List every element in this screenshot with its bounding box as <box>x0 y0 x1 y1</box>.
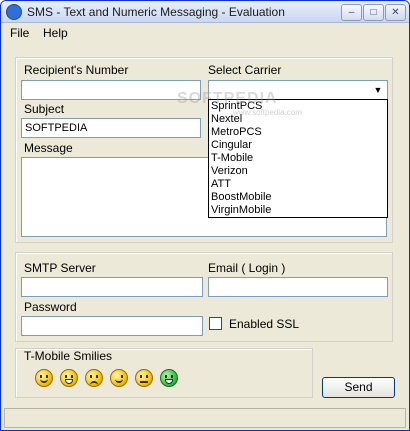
watermark-url: www.softpedia.com <box>233 108 302 117</box>
email-input[interactable] <box>208 277 388 297</box>
big-grin-icon[interactable] <box>160 369 178 387</box>
password-label: Password <box>24 300 77 314</box>
carrier-option[interactable]: ATT <box>211 178 231 190</box>
smtp-server-input[interactable] <box>21 277 203 297</box>
carrier-option[interactable]: Cingular <box>211 139 252 151</box>
carrier-option[interactable]: VirginMobile <box>211 204 271 216</box>
email-label: Email ( Login ) <box>208 261 286 275</box>
status-bar <box>4 408 406 428</box>
menu-bar: File Help <box>1 23 409 43</box>
sad-icon[interactable] <box>85 369 103 387</box>
app-window: SMS - Text and Numeric Messaging - Evalu… <box>0 0 410 431</box>
carrier-option[interactable]: MetroPCS <box>211 126 262 138</box>
ssl-checkbox[interactable] <box>209 317 222 330</box>
carrier-option[interactable]: T-Mobile <box>211 152 253 164</box>
confused-icon[interactable] <box>135 369 153 387</box>
dropdown-arrow-icon[interactable]: ▼ <box>370 82 386 98</box>
carrier-option[interactable]: BoostMobile <box>211 191 272 203</box>
wink-icon[interactable] <box>110 369 128 387</box>
carrier-select[interactable]: ▼ <box>208 80 388 100</box>
menu-help[interactable]: Help <box>43 26 68 40</box>
smtp-server-label: SMTP Server <box>24 261 96 275</box>
message-label: Message <box>24 141 73 155</box>
send-button[interactable]: Send <box>322 377 395 398</box>
close-button[interactable]: ✕ <box>385 4 406 21</box>
grin-icon[interactable] <box>60 369 78 387</box>
recipient-input[interactable] <box>21 80 201 100</box>
smilies-label: T-Mobile Smilies <box>24 349 113 363</box>
password-input[interactable] <box>21 316 203 336</box>
carrier-label: Select Carrier <box>208 63 282 77</box>
minimize-button[interactable]: – <box>341 4 362 21</box>
speech-bubble-icon <box>6 4 22 20</box>
ssl-label: Enabled SSL <box>229 317 300 331</box>
smile-icon[interactable] <box>35 369 53 387</box>
subject-label: Subject <box>24 102 65 116</box>
menu-file[interactable]: File <box>10 26 29 40</box>
window-title: SMS - Text and Numeric Messaging - Evalu… <box>27 5 285 19</box>
subject-input[interactable]: SOFTPEDIA <box>21 118 201 138</box>
recipient-label: Recipient's Number <box>24 63 129 77</box>
title-bar[interactable]: SMS - Text and Numeric Messaging - Evalu… <box>1 1 409 23</box>
carrier-option[interactable]: Verizon <box>211 165 248 177</box>
maximize-button[interactable]: □ <box>363 4 384 21</box>
